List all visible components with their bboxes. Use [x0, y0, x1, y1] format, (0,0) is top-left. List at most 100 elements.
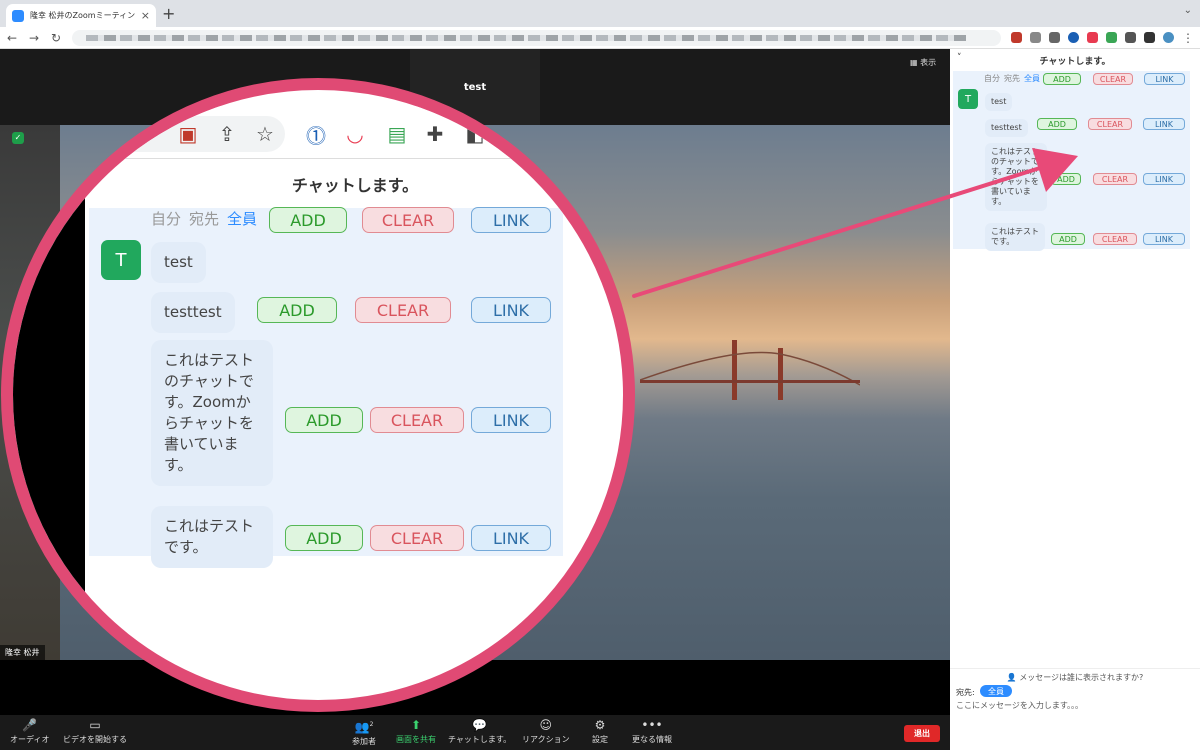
magnifier-callout: ⋯ ▣ ⇪ ☆ ⓵ ◡ ▤ ✚ ◧ ˅ チャットします。 自分 宛先 全員 AD… [1, 78, 635, 712]
new-tab-button[interactable]: + [162, 5, 175, 23]
magnified-chat-title: チャットします。 [291, 176, 419, 195]
visibility-note[interactable]: 👤 メッセージは誰に表示されますか? [950, 672, 1200, 683]
participants-icon: 👥2 [354, 720, 374, 734]
magnified-target-all: 全員 [227, 210, 258, 228]
magnified-separator [85, 158, 623, 159]
share-icon[interactable] [1030, 32, 1041, 43]
chat-message-list: 自分 宛先 全員 ADD CLEAR LINK T test testtest … [953, 71, 1190, 251]
share-label: 画面を共有 [396, 735, 436, 744]
magnified-cast-icon: ▣ [178, 122, 198, 146]
target-filter: 自分 宛先 全員 [984, 73, 1040, 84]
target-self[interactable]: 自分 [984, 73, 1000, 84]
reactions-label: リアクション [522, 735, 570, 744]
recipient-select[interactable]: 全員 [980, 685, 1012, 697]
more-button[interactable]: ••• 更なる情報 [632, 718, 672, 745]
magnified-link-button: LINK [471, 207, 551, 233]
extensions-puzzle-icon[interactable] [1125, 32, 1136, 43]
target-all[interactable]: 全員 [1024, 73, 1040, 84]
view-button-label: 表示 [920, 58, 937, 67]
add-button[interactable]: ADD [1051, 173, 1081, 185]
magnified-link-button: LINK [471, 407, 551, 433]
magnified-pocket-icon: ◡ [346, 122, 364, 146]
magnified-password-icon: ⓵ [306, 123, 326, 148]
add-button[interactable]: ADD [1037, 118, 1077, 130]
magnified-star-icon: ☆ [256, 122, 274, 146]
chat-header: ˅ チャットします。 [950, 49, 1200, 71]
browser-tab[interactable]: 隆幸 松井のZoomミーティング × [6, 4, 156, 27]
settings-button[interactable]: ⚙ 設定 [592, 718, 608, 745]
menu-kebab-icon[interactable]: ⋮ [1182, 31, 1194, 45]
link-button[interactable]: LINK [1143, 233, 1185, 245]
side-panel-icon[interactable] [1144, 32, 1155, 43]
browser-tabbar: 隆幸 松井のZoomミーティング × + ⌄ [0, 0, 1200, 27]
leave-button[interactable]: 退出 [904, 725, 940, 742]
magnified-chevron-down-icon: ˅ [95, 172, 102, 188]
visibility-note-text: メッセージは誰に表示されますか? [1019, 673, 1144, 682]
magnified-message-bubble: これはテストです。 [151, 506, 273, 568]
address-bar[interactable] [72, 29, 1001, 46]
gear-icon: ⚙ [594, 718, 606, 732]
message-bubble: test [985, 93, 1013, 111]
chevron-down-icon[interactable]: ˅ [957, 53, 962, 63]
clear-button[interactable]: CLEAR [1093, 73, 1133, 85]
magnified-puzzle-icon: ✚ [426, 122, 444, 146]
more-dots-icon: ••• [641, 718, 663, 732]
cast-icon[interactable] [1011, 32, 1022, 43]
message-bubble: これはテストです。 [985, 223, 1045, 251]
message-bubble: これはテストのチャットです。Zoomからチャットを書いています。 [985, 143, 1047, 211]
audio-button[interactable]: 🎤 オーディオ [10, 718, 49, 745]
add-button[interactable]: ADD [1043, 73, 1081, 85]
more-label: 更なる情報 [632, 735, 672, 744]
magnified-view: ⋯ ▣ ⇪ ☆ ⓵ ◡ ▤ ✚ ◧ ˅ チャットします。 自分 宛先 全員 AD… [13, 90, 623, 700]
magnified-message-list: 自分 宛先 全員 ADD CLEAR LINK T test testtest … [89, 207, 563, 568]
tab-search-icon[interactable]: ⌄ [1184, 5, 1192, 16]
share-screen-icon: ⬆ [410, 718, 422, 732]
chat-button[interactable]: 💬 チャットします。 [448, 718, 511, 745]
magnified-clear-button: CLEAR [370, 407, 464, 433]
video-label: ビデオを開始する [63, 735, 127, 744]
link-button[interactable]: LINK [1144, 73, 1185, 85]
back-icon[interactable]: ← [6, 31, 18, 45]
message-input[interactable] [956, 698, 1194, 712]
magnified-chat-icon: ▤ [387, 122, 407, 146]
magnified-black-edge [13, 90, 85, 700]
chat-panel: ˅ チャットします。 自分 宛先 全員 ADD CLEAR LINK T tes… [950, 49, 1200, 750]
reload-icon[interactable]: ↻ [50, 31, 62, 45]
target-to[interactable]: 宛先 [1004, 73, 1020, 84]
magnified-add-button: ADD [285, 407, 363, 433]
chat-composer: 👤 メッセージは誰に表示されますか? 宛先: 全員 [950, 668, 1200, 750]
magnified-clear-button: CLEAR [370, 525, 464, 551]
forward-icon[interactable]: → [28, 31, 40, 45]
clear-button[interactable]: CLEAR [1093, 233, 1137, 245]
participants-button[interactable]: 👥2 参加者 [352, 718, 376, 747]
participant-count: 2 [369, 721, 374, 728]
zoom-favicon-icon [12, 9, 24, 22]
bridge-silhouette [640, 340, 860, 400]
message-bubble: testtest [985, 119, 1028, 137]
clear-button[interactable]: CLEAR [1093, 173, 1137, 185]
chat-extension-icon[interactable] [1106, 32, 1117, 43]
magnified-link-button: LINK [471, 525, 551, 551]
reactions-button[interactable]: ☺ リアクション [522, 718, 570, 745]
add-button[interactable]: ADD [1051, 233, 1085, 245]
person-icon: 👤 [1006, 673, 1017, 682]
profile-avatar[interactable] [1163, 32, 1174, 43]
link-button[interactable]: LINK [1143, 173, 1185, 185]
magnified-avatar: T [101, 240, 141, 280]
video-button[interactable]: ▭ ビデオを開始する [63, 718, 127, 745]
tab-close-icon[interactable]: × [141, 9, 150, 22]
link-button[interactable]: LINK [1143, 118, 1185, 130]
tab-title: 隆幸 松井のZoomミーティング [30, 11, 135, 20]
pocket-icon[interactable] [1087, 32, 1098, 43]
view-button[interactable]: ▦ 表示 [910, 57, 936, 68]
magnified-sidepanel-icon: ◧ [465, 122, 485, 146]
reaction-icon: ☺ [539, 718, 553, 732]
magnified-message-bubble: test [151, 242, 206, 283]
settings-label: 設定 [592, 735, 608, 744]
password-manager-icon[interactable] [1068, 32, 1079, 43]
share-screen-button[interactable]: ⬆ 画面を共有 [396, 718, 436, 745]
bookmark-star-icon[interactable] [1049, 32, 1060, 43]
chat-label: チャットします。 [448, 735, 512, 744]
magnified-share-icon: ⇪ [218, 122, 236, 146]
clear-button[interactable]: CLEAR [1088, 118, 1132, 130]
